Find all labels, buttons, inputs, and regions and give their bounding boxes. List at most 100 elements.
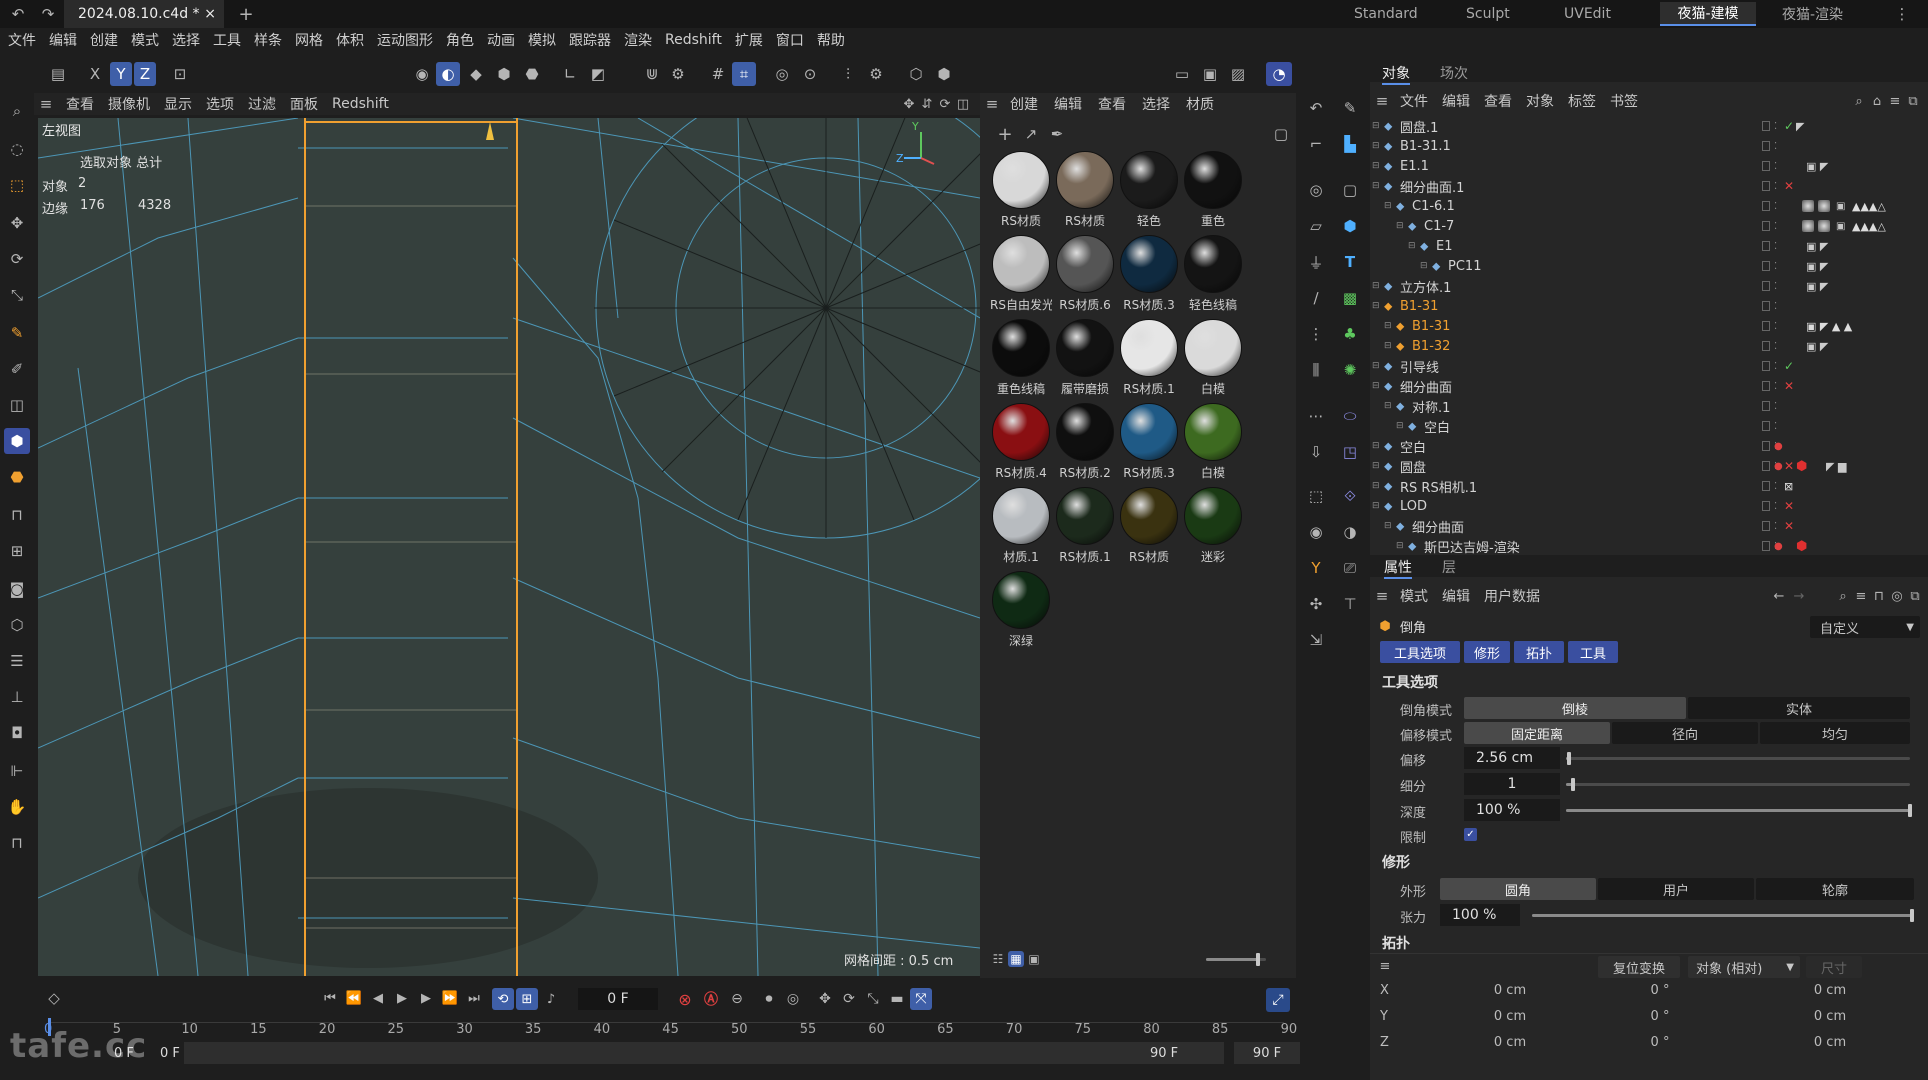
visibility-dots-icon[interactable]: ⁚ [1774,281,1777,292]
material-menu-item[interactable]: 材质 [1186,94,1214,114]
expand-icon[interactable]: ⊟ [1408,241,1416,251]
section-shaping[interactable]: 修形 [1464,641,1510,663]
object-row[interactable]: ⊟ ⬥ E1.1 ⁚ ▣ ◤ [1370,156,1900,176]
expand-icon[interactable]: ⊟ [1372,481,1380,491]
layout-modeling[interactable]: 夜猫-建模 [1660,2,1756,26]
offset-slider[interactable] [1566,752,1910,765]
object-name[interactable]: 对称.1 [1412,397,1450,416]
lock-icon[interactable]: ⊓ [1870,587,1888,605]
object-name[interactable]: 斯巴达吉姆-渲染 [1424,537,1520,555]
visibility-dots-icon[interactable]: ⁚ [1774,481,1777,492]
menu-item[interactable]: 体积 [336,30,364,50]
floor-object-icon[interactable]: ⊤ [1336,590,1364,618]
axis-x-lock[interactable]: X [84,62,106,86]
check-icon[interactable]: ✓ [1784,359,1794,373]
viewport-menu-icon[interactable]: ≡ [34,94,58,114]
material-swatch[interactable]: RS材质 [990,151,1052,229]
menu-item[interactable]: 工具 [213,30,241,50]
edges-mode-icon[interactable]: ⬢ [492,62,516,86]
object-row[interactable]: ⊟ ⬥ RS RS相机.1 ⁚ ⊠ [1370,476,1900,496]
list-view-icon[interactable]: ☷ [990,951,1006,967]
expand-icon[interactable]: ⊟ [1372,181,1380,191]
object-row[interactable]: ⊟ ⬥ E1 ⁚ ▣ ◤ [1370,236,1900,256]
material-tag-icon[interactable] [1818,200,1830,212]
object-row[interactable]: ⊟ ⬥ 空白 ⁚ ● [1370,436,1900,456]
menu-item[interactable]: 模拟 [528,30,556,50]
viewport-move-icon[interactable]: ⇵ [918,94,936,114]
object-name[interactable]: E1 [1436,239,1453,254]
section-topology[interactable]: 拓扑 [1514,641,1564,663]
subdivision-slider[interactable] [1566,778,1910,791]
visibility-dots-icon[interactable]: ⁚ [1774,141,1777,152]
layout-sculpt[interactable]: Sculpt [1466,4,1510,24]
camera-icon[interactable]: ◘ [4,720,30,746]
viewport-pan-icon[interactable]: ✥ [900,94,918,114]
viewport-menu-item[interactable]: 面板 [290,94,318,114]
menu-item[interactable]: 帮助 [817,30,845,50]
object-row[interactable]: ⊟ ⬥ C1-7 ⁚ ▣ ▲▲▲△ [1370,216,1900,236]
coord-system-icon[interactable]: ⊡ [168,62,192,86]
document-tab[interactable]: 2024.08.10.c4d * × [64,0,224,28]
forward-icon[interactable]: → [1790,587,1808,605]
menu-item[interactable]: 选择 [172,30,200,50]
material-swatch[interactable]: RS材质.1 [1054,487,1116,565]
expand-icon[interactable]: ⊟ [1372,161,1380,171]
menu-item[interactable]: 样条 [254,30,282,50]
disabled-x-icon[interactable]: ✕ [1784,519,1794,533]
expand-icon[interactable]: ⊟ [1396,221,1404,231]
model-mode-icon[interactable]: ◉ [410,62,434,86]
object-name[interactable]: 细分曲面 [1412,517,1464,536]
sketch-icon[interactable]: ✎ [1336,94,1364,122]
object-name[interactable]: PC11 [1448,259,1481,274]
material-swatch[interactable]: 白模 [1182,319,1244,397]
object-name[interactable]: B1-31 [1400,299,1438,314]
object-name[interactable]: RS RS相机.1 [1400,477,1477,496]
more-icon[interactable]: ⋮ [1892,4,1912,24]
disabled-x-icon[interactable]: ✕ [1784,459,1794,473]
new-material-icon[interactable]: + [994,123,1016,145]
menu-item[interactable]: 模式 [131,30,159,50]
render-view-icon[interactable]: ▭ [1170,62,1194,86]
brush-spline-icon[interactable]: ∕ [1302,284,1330,312]
tension-field[interactable]: 100 % [1440,904,1520,926]
settings-icon[interactable]: ⚙ [864,62,888,86]
check-icon[interactable]: ✓ [1784,119,1794,133]
scale-icon[interactable]: ⤡ [4,282,30,308]
scene-camera-icon[interactable]: ⎚ [1336,554,1364,582]
layers-icon[interactable]: ☰ [4,648,30,674]
expand-icon[interactable]: ⊟ [1372,441,1380,451]
object-row[interactable]: ⊟ ⬥ 斯巴达吉姆-渲染 ⁚ ● ⬢ [1370,536,1900,555]
limit-checkbox[interactable]: ✓ [1464,828,1477,841]
offset-field[interactable]: 2.56 cm [1464,747,1560,769]
symmetry-gen-icon[interactable]: ⫼ [1302,356,1330,384]
export-icon[interactable]: ⇲ [1302,626,1330,654]
object-row[interactable]: ⊟ ⬥ 空白 ⁚ [1370,416,1900,436]
coord-position[interactable]: 0 cm [1460,1035,1560,1050]
attribute-filter-icon[interactable]: ≡ [1852,587,1870,605]
visibility-dots-icon[interactable]: ⁚ [1774,261,1777,272]
offset-mode-radial[interactable]: 径向 [1612,722,1758,744]
expand-icon[interactable]: ⊟ [1372,381,1380,391]
object-name[interactable]: C1-6.1 [1412,199,1455,214]
extrude-icon[interactable]: ⬣ [4,464,30,490]
workplane-icon[interactable]: ◩ [586,62,610,86]
object-name[interactable]: C1-7 [1424,219,1454,234]
render-region-icon[interactable]: ⬢ [932,62,956,86]
visibility-dots-icon[interactable]: ⁚ [1774,181,1777,192]
tab-layers[interactable]: 层 [1442,557,1456,577]
render-picture-icon[interactable]: ▣ [1198,62,1222,86]
menu-item[interactable]: 渲染 [624,30,652,50]
expand-icon[interactable]: ⊟ [1372,461,1380,471]
subdivision-icon[interactable]: ▩ [1336,284,1364,312]
uv-mode-icon[interactable]: ∟ [558,62,582,86]
object-menu-item[interactable]: 书签 [1610,91,1638,111]
axis-y-lock[interactable]: Y [110,62,132,86]
weld-icon[interactable]: ⊞ [4,538,30,564]
sweep-icon[interactable]: ⏚ [1302,248,1330,276]
apply-material-icon[interactable]: ↗ [1020,123,1042,145]
object-menu-item[interactable]: 查看 [1484,91,1512,111]
expand-icon[interactable]: ⊟ [1384,341,1392,351]
render-settings-icon[interactable]: ▨ [1226,62,1250,86]
section-tool[interactable]: 工具 [1568,641,1618,663]
array-icon[interactable]: ⋮ [1302,320,1330,348]
